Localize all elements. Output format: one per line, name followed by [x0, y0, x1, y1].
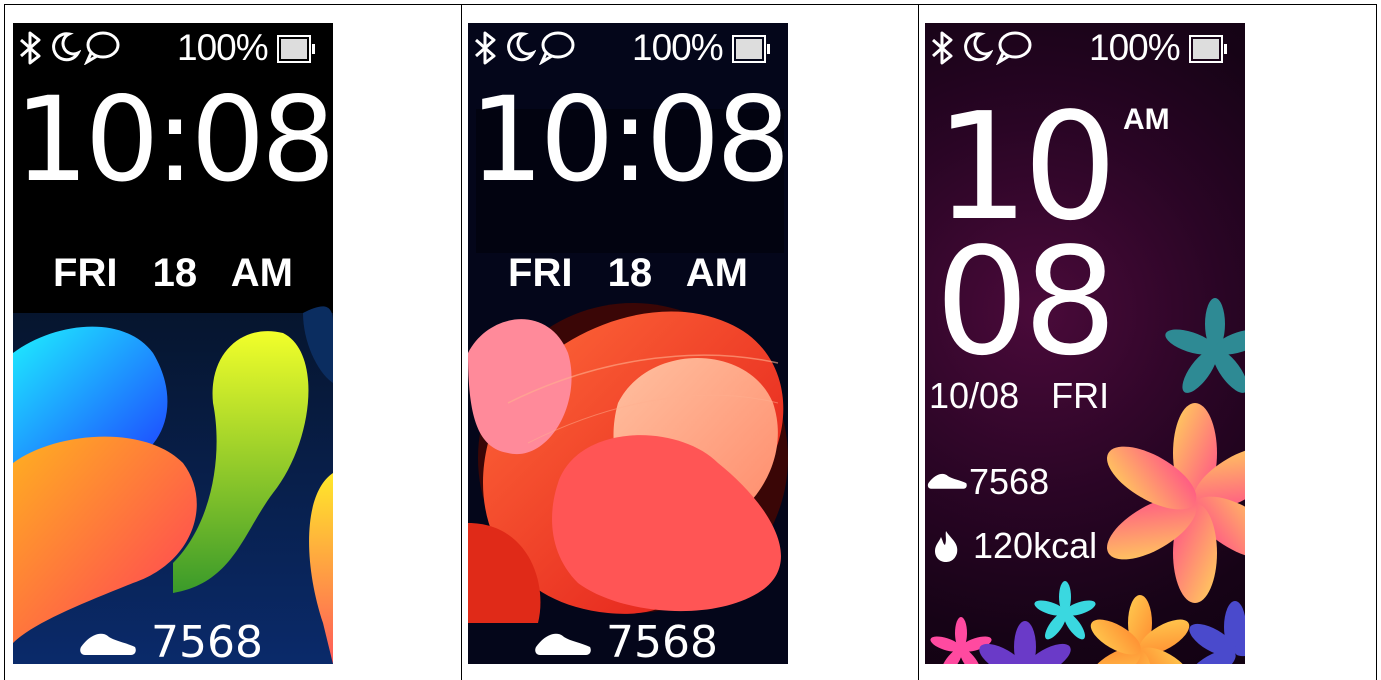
watch-face-cell-2[interactable]: 100% 10:08 FRI 18 AM 7568	[461, 4, 919, 680]
battery-percentage: 100%	[632, 27, 724, 68]
flame-icon	[935, 531, 958, 562]
day-of-week: FRI	[508, 251, 573, 295]
day-number: 18	[607, 251, 653, 295]
watch-face-cell-3[interactable]: 100% 10 AM 08 10/08 FRI 7568 120kcal	[918, 4, 1377, 680]
bluetooth-icon	[20, 31, 41, 65]
steps-counter: 7568	[13, 617, 333, 664]
day-number: 18	[152, 251, 198, 295]
minute-display: 08	[935, 216, 1117, 388]
time-display: 10:08	[14, 71, 333, 208]
battery-percentage: 100%	[177, 27, 269, 68]
battery-percentage: 100%	[1089, 27, 1181, 68]
step-count: 7568	[969, 461, 1050, 502]
battery-icon	[732, 35, 770, 63]
calorie-count: 120kcal	[973, 525, 1098, 566]
message-icon	[996, 31, 1032, 65]
day-of-week: FRI	[1051, 375, 1110, 416]
date-value: 10/08	[929, 375, 1020, 416]
status-bar: 100%	[925, 23, 1245, 71]
step-count: 7568	[151, 617, 263, 664]
moon-icon	[52, 32, 81, 62]
watch-face-screen-3[interactable]: 100% 10 AM 08 10/08 FRI 7568 120kcal	[925, 23, 1245, 664]
watch-face-cell-1[interactable]: 100% 10:08 FRI 18 AM 7568	[4, 4, 462, 680]
steps-counter: 7568	[468, 617, 788, 664]
bluetooth-icon	[932, 31, 953, 65]
day-of-week: FRI	[53, 251, 118, 295]
message-icon	[84, 31, 120, 65]
message-icon	[539, 31, 575, 65]
date-row: FRI 18 AM	[468, 251, 788, 296]
shoe-icon	[927, 473, 967, 489]
moon-icon	[964, 32, 993, 62]
date-row: FRI 18 AM	[13, 251, 333, 296]
shoe-icon	[535, 633, 591, 655]
watch-face-table: 100% 10:08 FRI 18 AM 7568 100% 10:08 FRI…	[0, 0, 1381, 680]
am-pm: AM	[230, 251, 293, 295]
bluetooth-icon	[475, 31, 496, 65]
moon-icon	[507, 32, 536, 62]
battery-icon	[277, 35, 315, 63]
watch-face-screen-1[interactable]: 100% 10:08 FRI 18 AM 7568	[13, 23, 333, 664]
shoe-icon	[80, 633, 136, 655]
am-pm: AM	[685, 251, 748, 295]
status-bar: 100%	[13, 23, 333, 71]
watch-face-screen-2[interactable]: 100% 10:08 FRI 18 AM 7568	[468, 23, 788, 664]
date-row: 10/08 FRI	[929, 375, 1109, 417]
battery-icon	[1189, 35, 1227, 63]
time-display: 10:08	[469, 71, 788, 208]
status-bar: 100%	[468, 23, 788, 71]
step-count: 7568	[606, 617, 718, 664]
am-pm: AM	[1123, 103, 1170, 136]
